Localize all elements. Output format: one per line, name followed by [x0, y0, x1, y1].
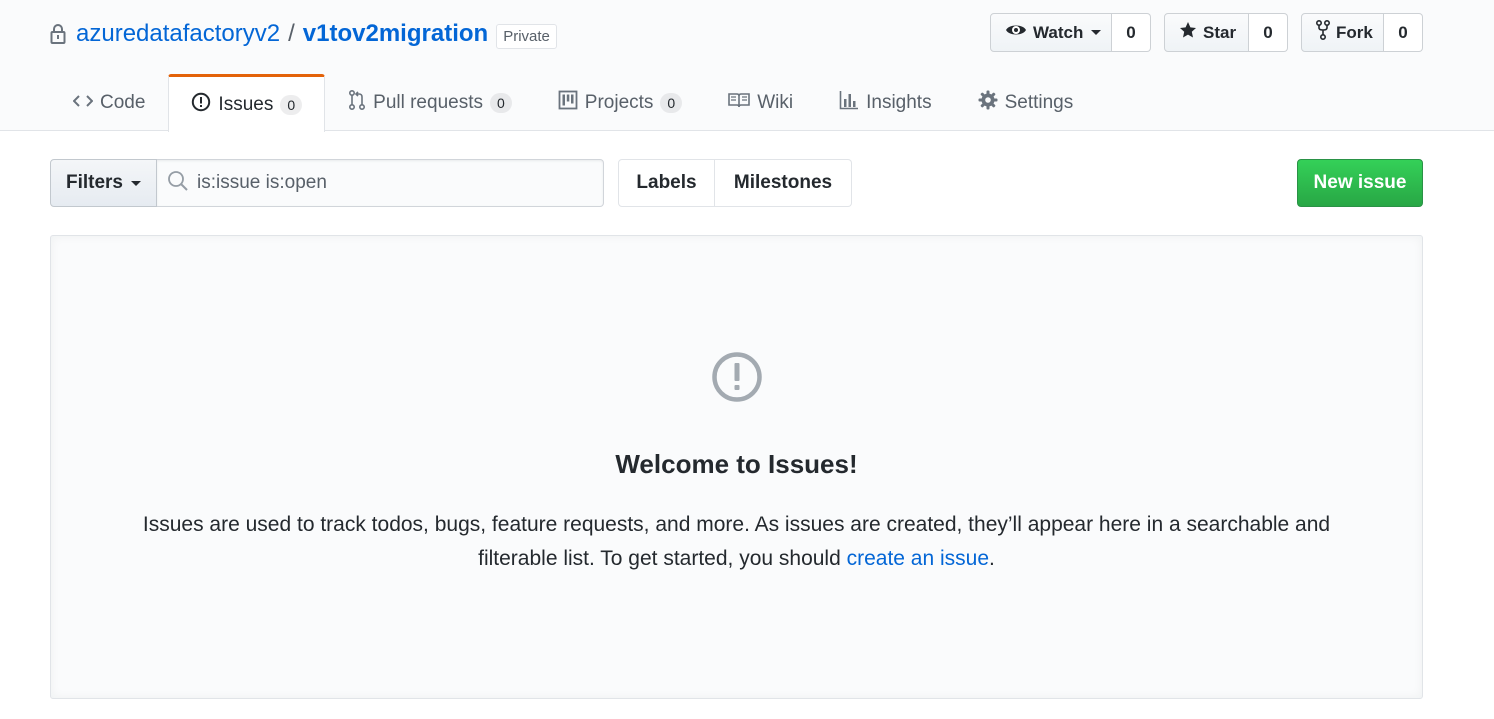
repo-name-link[interactable]: v1tov2migration: [303, 20, 488, 48]
filters-label: Filters: [65, 172, 124, 193]
tab-wiki[interactable]: Wiki: [705, 74, 816, 131]
tab-wiki-label: Wiki: [757, 92, 794, 113]
repo-nav-tabs: Code Issues 0 Pull requests 0 Projects 0…: [50, 74, 1097, 132]
watch-count[interactable]: 0: [1112, 13, 1151, 52]
blankslate-text: Issues are used to track todos, bugs, fe…: [142, 513, 1331, 570]
tab-projects-label: Projects: [584, 92, 654, 113]
star-count[interactable]: 0: [1249, 13, 1288, 52]
star-group: Star 0: [1164, 13, 1288, 52]
blankslate-description: Issues are used to track todos, bugs, fe…: [111, 508, 1362, 576]
issues-search-input[interactable]: [197, 172, 597, 194]
tab-settings[interactable]: Settings: [955, 74, 1097, 131]
fork-button[interactable]: Fork: [1301, 13, 1384, 52]
issues-filter-bar: Filters: [50, 159, 604, 207]
fork-label: Fork: [1336, 22, 1373, 42]
tab-issues-counter: 0: [280, 94, 303, 115]
star-button[interactable]: Star: [1164, 13, 1249, 52]
gear-icon: [978, 90, 998, 116]
repo-header: azuredatafactoryv2 / v1tov2migration Pri…: [0, 0, 1494, 132]
repo-forked-icon: [1315, 19, 1331, 45]
git-pull-request-icon: [348, 89, 366, 116]
tab-code-label: Code: [100, 92, 146, 113]
star-label: Star: [1203, 22, 1237, 42]
fork-count[interactable]: 0: [1384, 13, 1423, 52]
project-icon: [558, 90, 578, 116]
labels-button[interactable]: Labels: [618, 159, 715, 207]
tab-issues[interactable]: Issues 0: [168, 74, 326, 132]
lock-icon: [50, 22, 68, 46]
issues-blankslate: Welcome to Issues! Issues are used to tr…: [50, 235, 1423, 699]
issue-opened-icon: [191, 92, 211, 118]
tab-pull-requests-counter: 0: [489, 93, 512, 113]
book-icon: [728, 92, 751, 114]
create-issue-link[interactable]: create an issue: [847, 547, 989, 570]
star-icon: [1179, 21, 1197, 44]
issue-opened-icon: [711, 351, 763, 403]
repo-path-separator: /: [288, 20, 295, 47]
fork-group: Fork 0: [1301, 13, 1423, 52]
new-issue-button[interactable]: New issue: [1297, 159, 1423, 207]
issues-search-field: [157, 159, 604, 207]
tab-issues-label: Issues: [218, 93, 274, 115]
blankslate-text-end: .: [989, 547, 995, 570]
tab-insights[interactable]: Insights: [816, 74, 954, 131]
tab-pull-requests[interactable]: Pull requests 0: [325, 74, 535, 131]
watch-group: Watch 0: [990, 13, 1151, 52]
watch-button[interactable]: Watch: [990, 13, 1112, 52]
labels-milestones-group: Labels Milestones: [618, 159, 852, 207]
tab-projects[interactable]: Projects 0: [535, 74, 705, 131]
graph-icon: [839, 90, 859, 116]
blankslate-title: Welcome to Issues!: [615, 449, 858, 479]
private-badge: Private: [496, 23, 557, 49]
tab-insights-label: Insights: [866, 92, 932, 113]
tab-pull-requests-label: Pull requests: [373, 92, 483, 113]
repo-title: azuredatafactoryv2 / v1tov2migration Pri…: [50, 18, 557, 50]
tab-settings-label: Settings: [1004, 92, 1074, 113]
repo-owner-link[interactable]: azuredatafactoryv2: [76, 20, 280, 48]
watch-label: Watch: [1033, 22, 1084, 42]
chevron-down-icon: [131, 180, 142, 186]
chevron-down-icon: [1091, 30, 1102, 35]
eye-icon: [1005, 22, 1027, 43]
code-icon: [72, 92, 94, 114]
search-icon: [167, 170, 189, 197]
tab-code[interactable]: Code: [50, 74, 168, 131]
milestones-button[interactable]: Milestones: [715, 159, 852, 207]
filters-button[interactable]: Filters: [50, 159, 157, 207]
tab-projects-counter: 0: [660, 93, 683, 113]
